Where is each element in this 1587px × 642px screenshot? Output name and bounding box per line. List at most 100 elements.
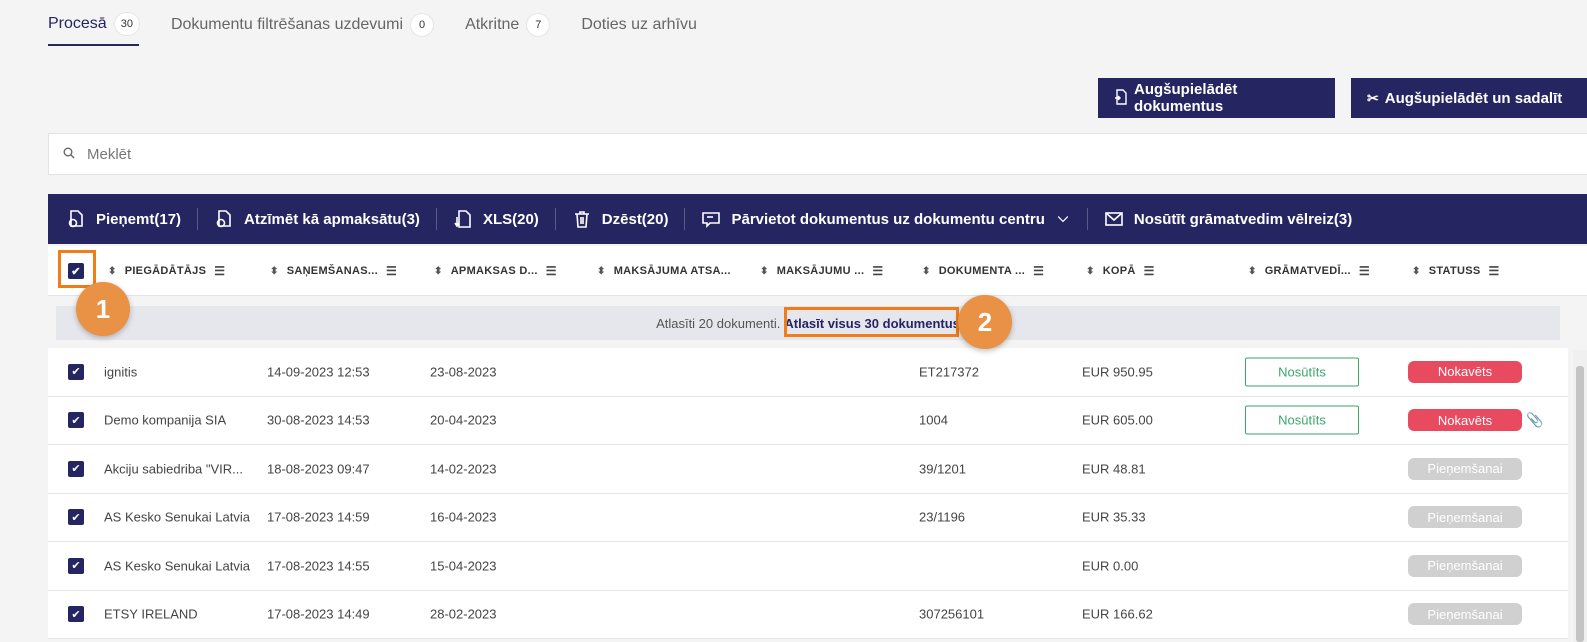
due-date-cell: 14-02-2023	[430, 461, 497, 477]
search-input[interactable]	[87, 145, 1487, 163]
total-cell: EUR 166.62	[1082, 606, 1153, 622]
row-checkbox[interactable]: ✔	[68, 363, 84, 380]
received-date-cell: 17-08-2023 14:55	[267, 558, 370, 574]
sort-icon[interactable]: ⬍	[597, 266, 606, 277]
mail-icon	[1105, 212, 1123, 226]
move-to-document-center-button[interactable]: Pārvietot dokumentus uz dokumentu centru	[701, 209, 1086, 229]
column-header-label: GRĀMATVEDĪ...	[1264, 265, 1351, 277]
xls-download-icon	[454, 210, 471, 228]
row-checkbox[interactable]: ✔	[68, 460, 84, 477]
filter-icon[interactable]: ☰	[872, 264, 883, 278]
total-cell: EUR 35.33	[1082, 509, 1146, 525]
column-header-received[interactable]: ⬍ SAŅEMŠANAS... ☰	[270, 246, 397, 296]
resend-to-accountant-button[interactable]: Nosūtīt grāmatvedim vēlreiz(3)	[1104, 209, 1368, 229]
status-badge: Pieņemšanai	[1408, 457, 1522, 480]
document-number-cell: 1004	[919, 412, 948, 428]
sort-icon[interactable]: ⬍	[760, 266, 769, 277]
tab-count-badge: 7	[527, 14, 550, 36]
divider	[684, 208, 686, 230]
mark-as-paid-button[interactable]: Atzīmēt kā apmaksātu(3)	[214, 209, 436, 229]
column-header-accountant[interactable]: ⬍ GRĀMATVEDĪ... ☰	[1248, 246, 1370, 296]
filter-icon[interactable]: ☰	[386, 264, 397, 278]
sort-icon[interactable]: ⬍	[434, 266, 443, 277]
filter-icon[interactable]: ☰	[1359, 264, 1370, 278]
received-date-cell: 30-08-2023 14:53	[267, 412, 370, 428]
tab-label: Atkritne	[465, 16, 520, 33]
total-cell: EUR 48.81	[1082, 461, 1146, 477]
tab-in-process[interactable]: Procesā 30	[48, 13, 139, 46]
chevron-down-icon	[1057, 216, 1069, 223]
tab-filter-tasks[interactable]: Dokumentu filtrēšanas uzdevumi 0	[170, 14, 434, 46]
filter-icon[interactable]: ☰	[546, 264, 557, 278]
column-header-supplier[interactable]: ⬍ PIEGĀDĀTĀJS ☰	[108, 246, 225, 296]
column-header-payments[interactable]: ⬍ MAKSĀJUMU ... ☰	[760, 246, 883, 296]
sort-icon[interactable]: ⬍	[270, 266, 279, 277]
filter-icon[interactable]: ☰	[1489, 264, 1500, 278]
table-row[interactable]: ✔ Demo kompanija SIA 30-08-2023 14:53 20-04…	[48, 396, 1568, 445]
column-header-total[interactable]: ⬍ KOPĀ ☰	[1086, 246, 1155, 296]
table-row[interactable]: ✔ Akciju sabiedriba "VIR... 18-08-2023 09:…	[48, 445, 1568, 494]
received-date-cell: 17-08-2023 14:49	[267, 606, 370, 622]
column-header-label: SAŅEMŠANAS...	[286, 265, 378, 277]
supplier-cell: AS Kesko Senukai Latvia	[104, 509, 250, 525]
supplier-cell: Akciju sabiedriba "VIR...	[104, 461, 244, 477]
sort-icon[interactable]: ⬍	[108, 266, 117, 277]
filter-icon[interactable]: ☰	[1144, 264, 1155, 278]
delete-button[interactable]: Dzēst(20)	[572, 209, 685, 229]
accountant-status-badge: Nosūtīts	[1245, 357, 1359, 387]
search-bar	[48, 133, 1587, 175]
xls-export-label: XLS(20)	[482, 210, 539, 228]
supplier-cell: AS Kesko Senukai Latvia	[104, 558, 250, 574]
document-table-body: ✔ ignitis 14-09-2023 12:53 23-08-2023 ET2173…	[48, 348, 1568, 639]
upload-and-split-button[interactable]: ✂ Augšupielādēt un sadalīt	[1351, 78, 1587, 118]
resend-to-accountant-label: Nosūtīt grāmatvedim vēlreiz(3)	[1133, 210, 1353, 228]
row-checkbox[interactable]: ✔	[68, 412, 84, 429]
trash-icon	[574, 211, 589, 228]
scrollbar[interactable]	[1573, 350, 1587, 642]
tab-label: Dokumentu filtrēšanas uzdevumi	[170, 16, 404, 33]
tab-trash[interactable]: Atkritne 7	[465, 14, 550, 46]
status-badge: Pieņemšanai	[1408, 603, 1522, 626]
sort-icon[interactable]: ⬍	[922, 266, 931, 277]
sort-icon[interactable]: ⬍	[1248, 266, 1257, 277]
table-row[interactable]: ✔ ETSY IRELAND 17-08-2023 14:49 28-02-2023 3…	[48, 590, 1568, 639]
mark-paid-icon	[216, 210, 231, 228]
table-row[interactable]: ✔ ignitis 14-09-2023 12:53 23-08-2023 ET2173…	[48, 348, 1568, 397]
tab-label: Doties uz arhīvu	[581, 16, 697, 33]
column-header-due-date[interactable]: ⬍ APMAKSAS D... ☰	[434, 246, 557, 296]
sort-icon[interactable]: ⬍	[1086, 266, 1095, 277]
mark-as-paid-label: Atzīmēt kā apmaksātu(3)	[244, 210, 420, 228]
received-date-cell: 17-08-2023 14:59	[267, 509, 370, 525]
row-checkbox[interactable]: ✔	[68, 557, 84, 574]
accept-icon	[68, 210, 83, 228]
supplier-cell: ETSY IRELAND	[104, 606, 198, 622]
accept-button[interactable]: Pieņemt(17)	[66, 209, 197, 229]
due-date-cell: 16-04-2023	[430, 509, 497, 525]
upload-documents-button[interactable]: Augšupielādēt dokumentus	[1098, 78, 1335, 118]
filter-icon[interactable]: ☰	[214, 264, 225, 278]
received-date-cell: 18-08-2023 09:47	[267, 461, 370, 477]
tab-go-to-archive[interactable]: Doties uz arhīvu	[581, 14, 697, 46]
column-header-payment-reference[interactable]: ⬍ MAKSĀJUMA ATSA...	[597, 246, 731, 296]
xls-export-button[interactable]: XLS(20)	[453, 209, 555, 229]
attachment-icon[interactable]: 📎	[1526, 412, 1543, 429]
row-checkbox[interactable]: ✔	[68, 606, 84, 623]
scrollbar-thumb[interactable]	[1576, 366, 1584, 642]
table-header: ✔ ⬍ PIEGĀDĀTĀJS ☰ ⬍ SAŅEMŠANAS... ☰ ⬍ AP…	[48, 246, 1587, 296]
supplier-cell: Demo kompanija SIA	[104, 412, 227, 428]
row-checkbox[interactable]: ✔	[68, 509, 84, 526]
document-number-cell: ET217372	[919, 364, 979, 380]
column-header-label: PIEGĀDĀTĀJS	[124, 265, 207, 277]
table-row[interactable]: ✔ AS Kesko Senukai Latvia 17-08-2023 14:59…	[48, 493, 1568, 542]
sort-icon[interactable]: ⬍	[1412, 266, 1421, 277]
search-icon	[63, 146, 75, 162]
table-row[interactable]: ✔ AS Kesko Senukai Latvia 17-08-2023 14:55…	[48, 542, 1568, 591]
column-header-document-number[interactable]: ⬍ DOKUMENTA ... ☰	[922, 246, 1044, 296]
column-header-label: MAKSĀJUMU ...	[776, 265, 865, 277]
due-date-cell: 23-08-2023	[430, 364, 497, 380]
total-cell: EUR 0.00	[1082, 558, 1139, 574]
filter-icon[interactable]: ☰	[1033, 264, 1044, 278]
status-badge: Nokavēts	[1408, 409, 1522, 432]
column-header-status[interactable]: ⬍ STATUSS ☰	[1412, 246, 1500, 296]
selection-count-text: Atlasīti 20 dokumenti.	[656, 315, 781, 331]
